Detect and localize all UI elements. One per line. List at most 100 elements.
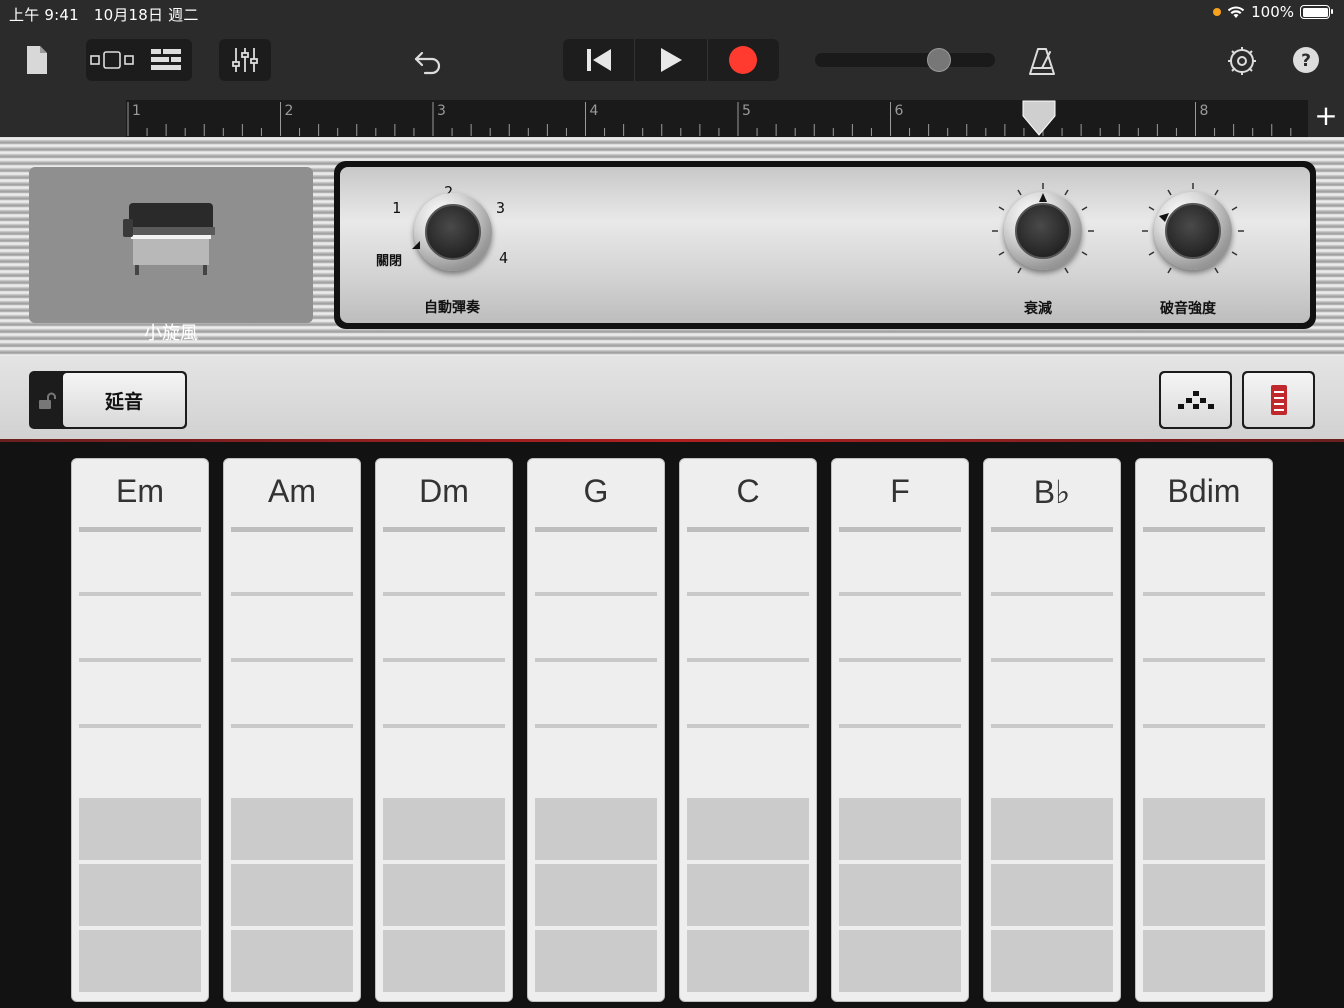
toolbar: ? (0, 26, 1344, 100)
play-icon[interactable] (635, 39, 708, 81)
status-date: 10月18日 週二 (93, 6, 199, 24)
chord-strip[interactable]: F (831, 458, 969, 1002)
bass-note-cell[interactable] (231, 798, 353, 860)
chord-strip[interactable]: Dm (375, 458, 513, 1002)
chord-string-divider (839, 724, 961, 728)
bass-note-cell[interactable] (79, 798, 201, 860)
autoplay-pos-4: 4 (499, 249, 509, 267)
arpeggiator-button[interactable] (1159, 371, 1232, 429)
unlock-icon[interactable] (37, 391, 57, 411)
status-time: 上午 9:41 (9, 6, 79, 24)
autoplay-control: 2 1 3 4 關閉 自動彈奏 (376, 183, 512, 316)
chord-name: Em (116, 473, 164, 509)
chord-strip[interactable]: Am (223, 458, 361, 1002)
bass-note-cell[interactable] (991, 930, 1113, 992)
track-view-icon[interactable] (86, 39, 138, 81)
chord-string-divider (79, 592, 201, 596)
settings-icon[interactable] (1222, 42, 1262, 80)
instrument-selector[interactable]: 小旋風 (29, 167, 313, 344)
undo-icon[interactable] (410, 44, 446, 80)
autoplay-label: 自動彈奏 (424, 300, 480, 316)
master-volume-slider[interactable] (815, 53, 995, 67)
tracks-list-icon[interactable] (140, 39, 192, 81)
chord-string-divider (535, 658, 657, 662)
bass-note-cell[interactable] (1143, 930, 1265, 992)
chord-string-divider (231, 592, 353, 596)
go-to-start-icon[interactable] (563, 39, 636, 81)
chord-strip[interactable]: Em (71, 458, 209, 1002)
bar-number: 3 (437, 103, 446, 119)
chord-strips-button[interactable] (1242, 371, 1315, 429)
chord-strip[interactable]: C (679, 458, 817, 1002)
bass-note-cell[interactable] (231, 930, 353, 992)
chord-string-divider (839, 658, 961, 662)
view-toggle-group (86, 39, 192, 81)
chord-divider (79, 527, 201, 532)
drive-knob[interactable] (1154, 192, 1232, 270)
autoplay-knob[interactable] (412, 193, 492, 271)
bass-note-cell[interactable] (231, 864, 353, 926)
instrument-name: 小旋風 (144, 323, 198, 344)
bass-note-cell[interactable] (383, 930, 505, 992)
chord-string-divider (991, 658, 1113, 662)
ruler-track[interactable]: 12345678 (126, 100, 1308, 137)
chord-name: F (890, 473, 910, 509)
sustain-button[interactable]: 延音 (63, 373, 185, 427)
chord-string-divider (383, 658, 505, 662)
bass-note-cell[interactable] (1143, 798, 1265, 860)
chord-string-divider (839, 592, 961, 596)
bar-number: 5 (742, 103, 751, 119)
bass-note-cell[interactable] (383, 864, 505, 926)
decay-knob[interactable] (1004, 192, 1082, 270)
bass-note-cell[interactable] (839, 930, 961, 992)
bar-number: 2 (284, 103, 294, 119)
bass-note-cell[interactable] (79, 930, 201, 992)
chord-string-divider (231, 658, 353, 662)
add-section-button[interactable]: + (1314, 102, 1338, 130)
metronome-icon[interactable] (1024, 42, 1060, 80)
battery-percent: 100% (1251, 3, 1294, 21)
bass-note-cell[interactable] (991, 798, 1113, 860)
chord-string-divider (1143, 592, 1265, 596)
bass-note-cell[interactable] (687, 864, 809, 926)
chord-name: C (736, 473, 760, 509)
sustain-control: 延音 (29, 371, 187, 429)
chord-string-divider (79, 658, 201, 662)
timeline-ruler[interactable]: 12345678 + (0, 100, 1344, 137)
chord-string-divider (383, 724, 505, 728)
help-icon[interactable]: ? (1291, 45, 1321, 75)
bass-note-cell[interactable] (839, 864, 961, 926)
chord-strip[interactable]: G (527, 458, 665, 1002)
autoplay-pos-3: 3 (496, 199, 506, 217)
status-bar: 上午 9:41 10月18日 週二 100% (0, 0, 1344, 26)
record-icon[interactable] (708, 39, 779, 81)
chord-divider (1143, 527, 1265, 532)
chord-string-divider (1143, 658, 1265, 662)
drive-label: 破音強度 (1160, 301, 1216, 317)
bass-note-cell[interactable] (839, 798, 961, 860)
document-icon[interactable] (22, 42, 52, 78)
bass-note-cell[interactable] (687, 798, 809, 860)
playhead-marker[interactable] (1022, 100, 1056, 141)
chord-strip[interactable]: B♭ (983, 458, 1121, 1002)
autoplay-off-label: 關閉 (376, 254, 403, 269)
bass-note-cell[interactable] (991, 864, 1113, 926)
bass-note-cell[interactable] (535, 930, 657, 992)
instrument-panel: 小旋風 2 1 3 4 關閉 自動彈奏 衰減 破音強度 (0, 137, 1344, 357)
mixer-icon[interactable] (219, 39, 271, 81)
chord-string-divider (231, 724, 353, 728)
chord-string-divider (535, 724, 657, 728)
battery-icon (1300, 5, 1333, 19)
transport-controls (563, 39, 779, 81)
bass-note-cell[interactable] (1143, 864, 1265, 926)
bass-note-cell[interactable] (79, 864, 201, 926)
control-box: 2 1 3 4 關閉 自動彈奏 衰減 破音強度 (334, 161, 1316, 329)
master-volume-knob[interactable] (927, 48, 952, 72)
bass-note-cell[interactable] (535, 798, 657, 860)
chord-strip[interactable]: Bdim (1135, 458, 1273, 1002)
bass-note-cell[interactable] (383, 798, 505, 860)
bass-note-cell[interactable] (535, 864, 657, 926)
chord-string-divider (535, 592, 657, 596)
chord-string-divider (687, 658, 809, 662)
bass-note-cell[interactable] (687, 930, 809, 992)
